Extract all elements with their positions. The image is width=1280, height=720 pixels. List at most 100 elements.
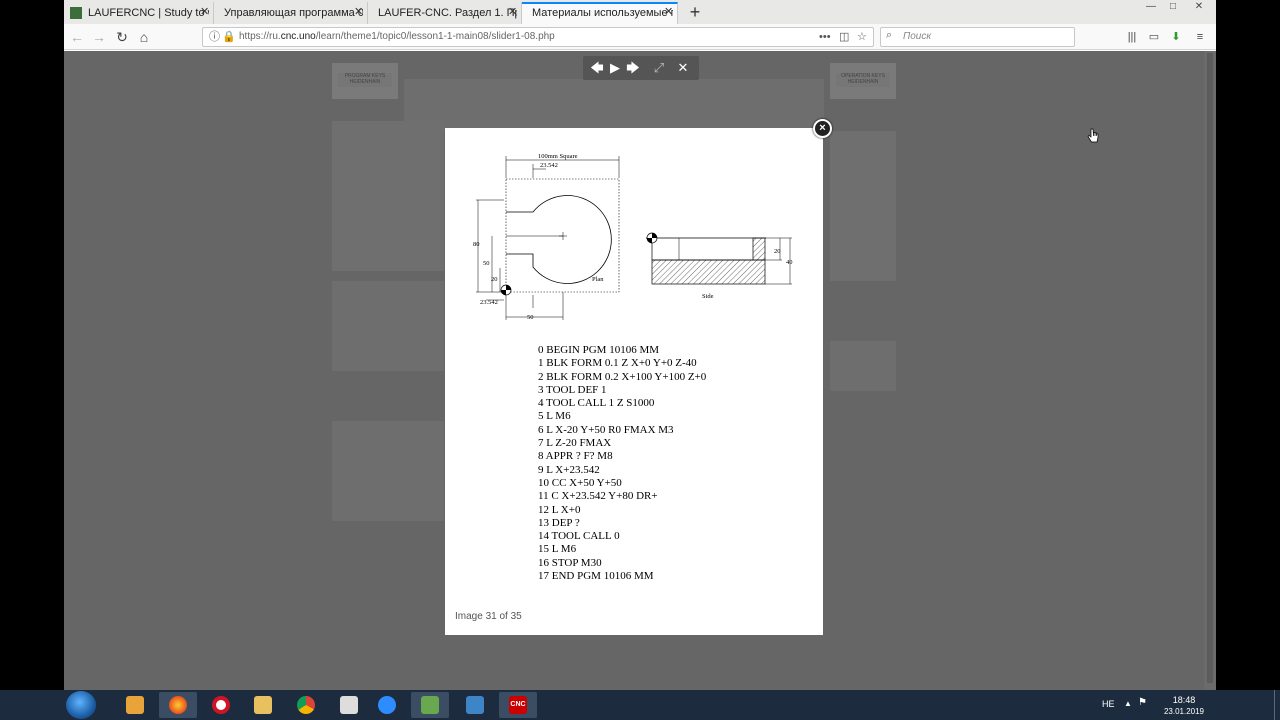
action-center-flag-icon[interactable]: ⚑ [1138,697,1147,708]
dim-50-horizontal-label: 50 [527,314,534,321]
cnc-app-icon: CNC [509,696,527,714]
plan-view-label: Plan [592,276,604,283]
tab-close-icon[interactable]: ✕ [200,5,209,18]
lock-icon: 🔒 [222,31,236,43]
taskbar-app-blue[interactable] [456,692,494,718]
hand-cursor-icon [1087,128,1099,143]
pocket-icon[interactable]: ◫ [839,30,849,44]
page-scrollbar[interactable] [1204,51,1216,690]
previous-arrow-icon[interactable]: 🡄 [589,60,605,76]
side-dim-20-label: 20 [774,248,781,255]
tab-materials-active[interactable]: Материалы используемые при п [522,2,678,24]
program-line: 15 L M6 [538,543,577,556]
program-line: 3 TOOL DEF 1 [538,383,607,396]
next-arrow-icon[interactable]: 🡆 [625,60,641,76]
program-line: 8 APPR ? F? M8 [538,450,613,463]
background-thumbnail [332,121,444,271]
right-letterbox [1216,0,1280,690]
tab-close-icon[interactable]: ✕ [508,5,517,18]
home-icon[interactable]: ⌂ [135,28,153,46]
opera-icon [212,696,230,714]
tab-strip: LAUFERCNC | Study to write pr Управляюща… [64,0,1216,24]
browser-window: LAUFERCNC | Study to write pr Управляюща… [64,0,1216,690]
keyboard-language-indicator[interactable]: HE [1102,699,1115,709]
modal-close-button[interactable]: × [813,119,832,138]
reload-icon[interactable]: ↻ [113,28,131,46]
url-text: https://ru.cnc.uno/learn/theme1/topic0/l… [239,28,555,46]
background-thumbnail [332,421,444,521]
background-thumbnail [830,131,896,281]
media-player-icon [126,696,144,714]
taskbar-firefox[interactable] [159,692,197,718]
program-line: 14 TOOL CALL 0 [538,530,620,543]
navigation-toolbar: ← → ↻ ⌂ ⓘ 🔒 https://ru.cnc.uno/learn/the… [64,24,1216,50]
program-line: 17 END PGM 10106 MM [538,570,654,583]
background-thumbnail: OPERATION KEYS HEIDENHAIN [830,63,896,99]
dim-50-vertical-label: 50 [483,260,490,267]
search-input[interactable]: ⌕ Поиск [880,27,1075,47]
clock-date[interactable]: 23.01.2019 [1160,707,1208,716]
clock-time[interactable]: 18:48 [1160,695,1208,705]
origin-marker-icon [646,232,658,244]
bookmark-star-icon[interactable]: ☆ [857,30,867,44]
background-thumbnail [830,341,896,391]
app-u-icon [340,696,358,714]
tab-laufer-section1[interactable]: LAUFER-CNC. Раздел 1. Програм [368,2,522,24]
maximize-button[interactable]: □ [1162,0,1184,14]
dim-20-vertical-label: 20 [491,276,498,283]
window-close-button[interactable]: ✕ [1188,0,1210,14]
dim-top-offset-label: 23.542 [540,162,558,169]
taskbar-app-u[interactable] [330,692,368,718]
start-button-icon[interactable] [66,691,96,719]
thumbnail-title: PROGRAM KEYS HEIDENHAIN [338,73,392,87]
taskbar-media-player[interactable] [116,692,154,718]
taskbar-chrome[interactable] [287,692,325,718]
extension-icon[interactable]: ⬇ [1168,29,1184,45]
search-placeholder: Поиск [903,31,932,42]
lightbox-close-icon[interactable]: ✕ [675,60,691,76]
program-line: 5 L M6 [538,410,571,423]
taskbar-cnc[interactable]: CNC [499,692,537,718]
back-arrow-icon[interactable]: ← [68,28,86,46]
tab-title: LAUFER-CNC. Раздел 1. Програм [378,7,517,19]
info-icon[interactable]: ⓘ [209,30,220,44]
origin-marker-icon [500,284,512,296]
site-favicon-icon [70,7,82,19]
tray-expand-icon[interactable]: ▲ [1124,699,1132,708]
library-icon[interactable]: ||| [1124,29,1140,45]
taskbar-explorer[interactable] [244,692,282,718]
tab-control-program[interactable]: Управляющая программа 0001 | [214,2,368,24]
taskbar-zoom[interactable] [368,692,406,718]
menu-icon[interactable]: ≡ [1192,29,1208,45]
zoom-icon [378,696,396,714]
lightbox-modal: 100mm Square 23.542 80 50 20 23.542 50 P… [445,128,823,635]
url-host: cnc.uno [280,31,316,42]
page-actions-icon[interactable]: ••• [819,30,831,44]
address-bar[interactable]: ⓘ 🔒 https://ru.cnc.uno/learn/theme1/topi… [202,27,874,47]
program-line: 10 CC X+50 Y+50 [538,476,622,489]
program-line: 16 STOP M30 [538,556,602,569]
play-icon[interactable]: ▶ [607,60,623,76]
program-line: 2 BLK FORM 0.2 X+100 Y+100 Z+0 [538,370,707,383]
program-line: 1 BLK FORM 0.1 Z X+0 Y+0 Z-40 [538,357,697,370]
program-line: 6 L X-20 Y+50 R0 FMAX M3 [538,423,674,436]
windows-taskbar: CNC HE ▲ ⚑ 18:48 23.01.2019 [0,690,1280,720]
url-path: /learn/theme1/topic0/lesson1-1-main08/sl… [315,31,555,42]
taskbar-screen-recorder[interactable] [411,692,449,718]
taskbar-opera[interactable] [202,692,240,718]
scrollbar-thumb[interactable] [1207,53,1213,683]
fullscreen-icon[interactable]: ⤢ [651,60,667,76]
tab-title: LAUFERCNC | Study to write pr [88,7,209,19]
show-desktop-button[interactable] [1274,690,1280,720]
new-tab-button[interactable]: + [684,1,706,23]
tab-close-icon[interactable]: ✕ [664,5,673,18]
forward-arrow-icon[interactable]: → [90,28,108,46]
background-thumbnail [332,281,444,371]
folder-icon [254,696,272,714]
side-view-label: Side [702,293,714,300]
sidebar-icon[interactable]: ▭ [1146,29,1162,45]
tab-close-icon[interactable]: ✕ [354,5,363,18]
minimize-button[interactable]: — [1140,0,1162,14]
program-line: 0 BEGIN PGM 10106 MM [538,344,660,356]
tab-laufercnc[interactable]: LAUFERCNC | Study to write pr [66,2,214,24]
